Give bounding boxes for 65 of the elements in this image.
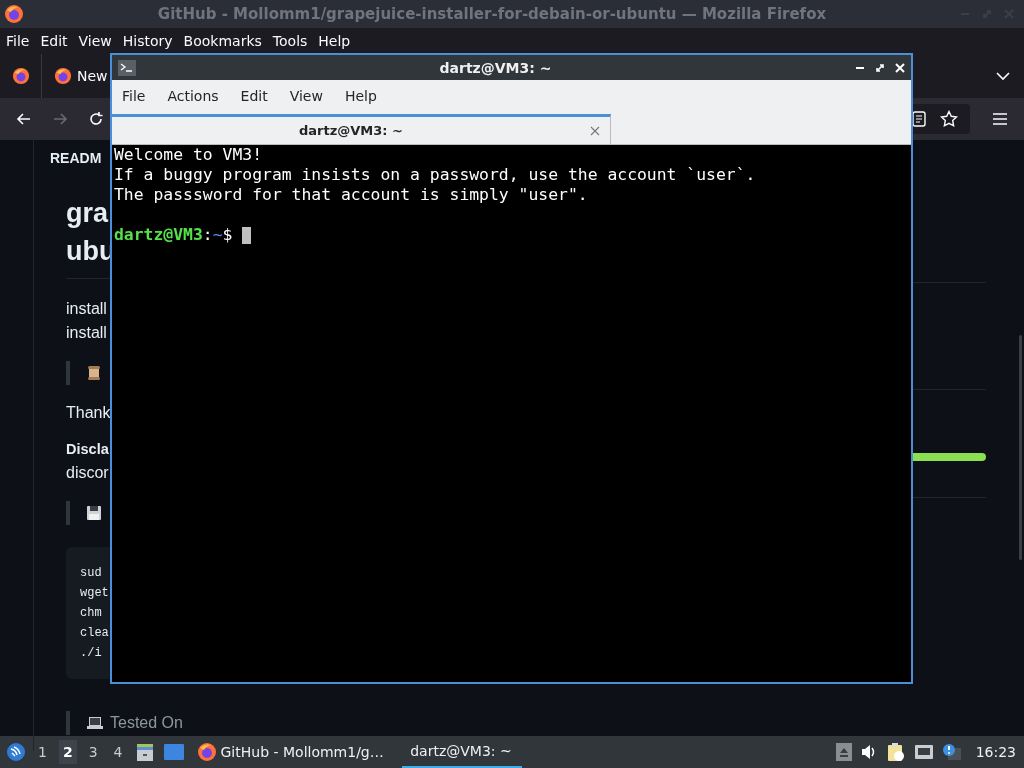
menu-item[interactable]: Tools bbox=[272, 33, 308, 49]
terminal-icon bbox=[118, 59, 136, 76]
browser-logo-icon bbox=[196, 742, 217, 762]
eject-icon[interactable] bbox=[835, 743, 852, 761]
notification-icon[interactable] bbox=[941, 743, 962, 761]
terminal-line: Welcome to VM3! bbox=[114, 145, 264, 165]
menu-item[interactable]: Help bbox=[318, 33, 351, 49]
menu-item[interactable]: View bbox=[78, 33, 112, 49]
back-icon[interactable] bbox=[16, 111, 32, 127]
prompt-path: ~ bbox=[212, 225, 223, 245]
menu-item[interactable]: Edit bbox=[40, 33, 68, 49]
terminal-line: If a buggy program insists on a password, use the account `user`. bbox=[114, 165, 757, 185]
paragraph-text: discor bbox=[66, 463, 109, 483]
text-cursor bbox=[242, 226, 252, 244]
star-icon[interactable] bbox=[940, 110, 958, 128]
readme-header: READM bbox=[50, 150, 102, 166]
code-line: ./i bbox=[80, 645, 103, 662]
laptop-icon bbox=[86, 716, 104, 730]
workspace-button[interactable]: 3 bbox=[84, 740, 102, 764]
browser-logo-icon bbox=[11, 67, 30, 85]
reload-icon[interactable] bbox=[88, 111, 104, 127]
menu-item[interactable]: Bookmarks bbox=[183, 33, 262, 49]
window-title: GitHub - Mollomm1/grapejuice-installer-for-debain-or-ubuntu — Mozilla Firefox bbox=[156, 5, 828, 23]
taskbar-task[interactable]: dartz@VM3: ~ bbox=[401, 736, 522, 768]
paragraph-text: Thank bbox=[66, 403, 111, 423]
clipboard-icon[interactable] bbox=[885, 742, 906, 762]
scroll-icon bbox=[86, 365, 102, 381]
browser-tab[interactable]: New bbox=[77, 68, 108, 84]
paragraph-text: install bbox=[66, 323, 108, 343]
prompt-separator: : bbox=[202, 225, 213, 245]
paragraph-text: install bbox=[66, 299, 108, 319]
code-line: wget bbox=[80, 585, 110, 602]
chevron-down-icon[interactable] bbox=[996, 71, 1010, 81]
menu-item[interactable]: Help bbox=[344, 88, 377, 104]
app-menu-icon[interactable] bbox=[6, 742, 26, 762]
menu-item[interactable]: History bbox=[122, 33, 173, 49]
terminal-line: The passsword for that account is simply "user". bbox=[114, 185, 589, 205]
menu-item[interactable]: Actions bbox=[167, 88, 219, 104]
window-title: dartz@VM3: ~ bbox=[438, 59, 553, 76]
prompt-user-host: dartz@VM3 bbox=[114, 225, 203, 245]
code-line: chm bbox=[80, 605, 103, 622]
workspace-button[interactable]: 1 bbox=[34, 740, 51, 764]
browser-logo-icon bbox=[54, 67, 72, 85]
scrollbar-thumb[interactable] bbox=[1019, 335, 1022, 560]
prompt-symbol: $ bbox=[222, 225, 233, 245]
workspace-button[interactable]: 2 bbox=[58, 740, 77, 764]
network-icon[interactable] bbox=[913, 744, 934, 760]
workspace-button[interactable]: 4 bbox=[109, 740, 127, 764]
taskbar-task[interactable]: GitHub - Mollomm1/g… bbox=[192, 736, 394, 768]
menu-item[interactable]: View bbox=[289, 88, 323, 104]
show-desktop-icon[interactable] bbox=[162, 743, 185, 761]
section-heading: Tested On bbox=[110, 714, 183, 732]
menu-icon[interactable] bbox=[992, 112, 1008, 126]
code-line: sud bbox=[80, 565, 103, 582]
terminal-tab[interactable]: dartz@VM3: ~ bbox=[112, 114, 611, 144]
menu-item[interactable]: File bbox=[122, 88, 146, 104]
floppy-icon bbox=[86, 505, 102, 521]
menu-item[interactable]: Edit bbox=[240, 88, 268, 104]
clock: 16:23 bbox=[975, 744, 1016, 760]
code-line: clea bbox=[80, 625, 110, 642]
menu-item[interactable]: File bbox=[6, 33, 30, 49]
paragraph-text: Discla bbox=[66, 440, 109, 459]
browser-logo-icon bbox=[4, 4, 24, 24]
file-cabinet-icon[interactable] bbox=[134, 742, 155, 762]
reader-view-icon[interactable] bbox=[912, 111, 926, 127]
